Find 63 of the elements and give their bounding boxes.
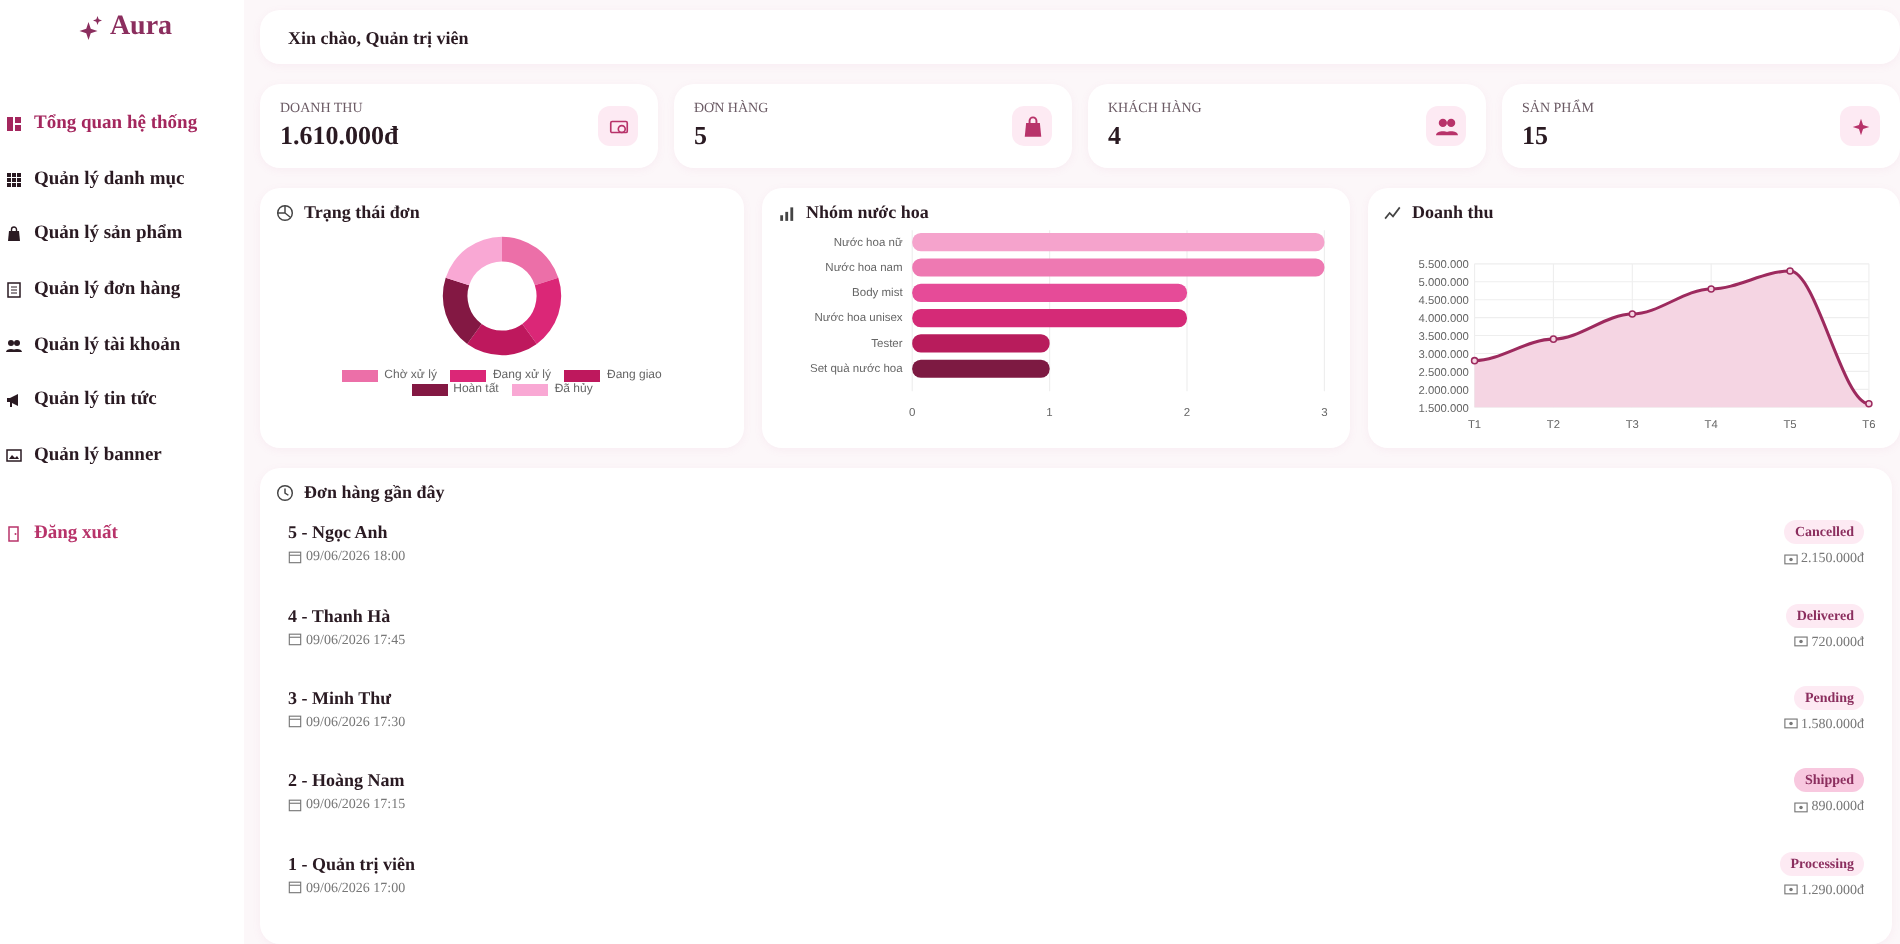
data-point (1707, 285, 1715, 293)
donut-slice (502, 236, 559, 286)
data-point (1786, 267, 1794, 275)
data-point (1470, 356, 1479, 365)
sidebar-item[interactable]: Quản lý đơn hàng (6, 262, 244, 318)
door-icon (6, 525, 22, 542)
pie-icon (276, 203, 294, 221)
order-name: 2 - Hoàng Nam (288, 770, 406, 791)
sidebar-item[interactable]: Quản lý danh mục (6, 151, 244, 207)
bar (912, 334, 1050, 353)
calendar-icon (288, 880, 302, 895)
bar (912, 359, 1050, 378)
sidebar-item[interactable]: Tổng quan hệ thống (6, 96, 244, 152)
legend-swatch (512, 384, 549, 396)
calendar-icon (288, 549, 302, 564)
stat-value: 1.610.000đ (280, 120, 399, 152)
grid-icon (6, 171, 22, 188)
cash-icon (1793, 799, 1808, 814)
cash-icon (1783, 716, 1797, 731)
calendar-icon (288, 714, 302, 729)
chart-title: Trạng thái đơn (304, 202, 420, 222)
section-title: Đơn hàng gần đây (304, 482, 445, 502)
legend-swatch (342, 370, 379, 382)
brand-name: Aura (109, 12, 173, 44)
bag-icon (6, 226, 22, 243)
line-chart-icon (1384, 203, 1402, 221)
sidebar-item[interactable]: Quản lý banner (6, 428, 244, 484)
chart-title: Doanh thu (1412, 202, 1494, 222)
data-point (1628, 310, 1637, 318)
sidebar-item[interactable]: Quản lý sản phẩm (6, 206, 244, 263)
order-name: 5 - Ngọc Anh (288, 522, 390, 543)
users-icon (1435, 115, 1457, 137)
sparkle-icon (77, 16, 102, 40)
logout-link[interactable]: Đăng xuất (6, 505, 244, 561)
legend-swatch (564, 370, 601, 382)
image-icon (6, 447, 22, 464)
sidebar-item[interactable]: Quản lý tin tức (6, 372, 244, 429)
stat-value: 5 (694, 120, 709, 152)
document-icon (6, 281, 22, 298)
clock-icon (276, 483, 294, 501)
sidebar-item[interactable]: Quản lý tài khoản (6, 317, 244, 373)
bag-icon (1021, 115, 1043, 137)
data-point (1549, 335, 1558, 343)
bar-chart-icon (778, 203, 796, 221)
order-name: 3 - Minh Thư (288, 687, 394, 708)
stat-value: 4 (1108, 120, 1123, 152)
donut-slice (445, 236, 502, 286)
order-name: 4 - Thanh Hà (288, 605, 393, 626)
order-name: 1 - Quản trị viên (288, 853, 416, 874)
chart-title: Nhóm nước hoa (806, 202, 929, 222)
sparkle-icon (1849, 115, 1871, 137)
megaphone-icon (6, 392, 22, 409)
calendar-icon (288, 797, 302, 812)
stat-value: 15 (1522, 120, 1550, 152)
dashboard-icon (6, 115, 22, 132)
cash-icon (1793, 634, 1808, 649)
users-icon (6, 337, 22, 354)
calendar-icon (288, 632, 302, 647)
cash-icon (1783, 882, 1797, 897)
data-point (1865, 399, 1873, 408)
greeting-text: Xin chào, Quản trị viên (288, 27, 469, 47)
money-icon (607, 115, 629, 137)
cash-icon (1783, 551, 1797, 566)
